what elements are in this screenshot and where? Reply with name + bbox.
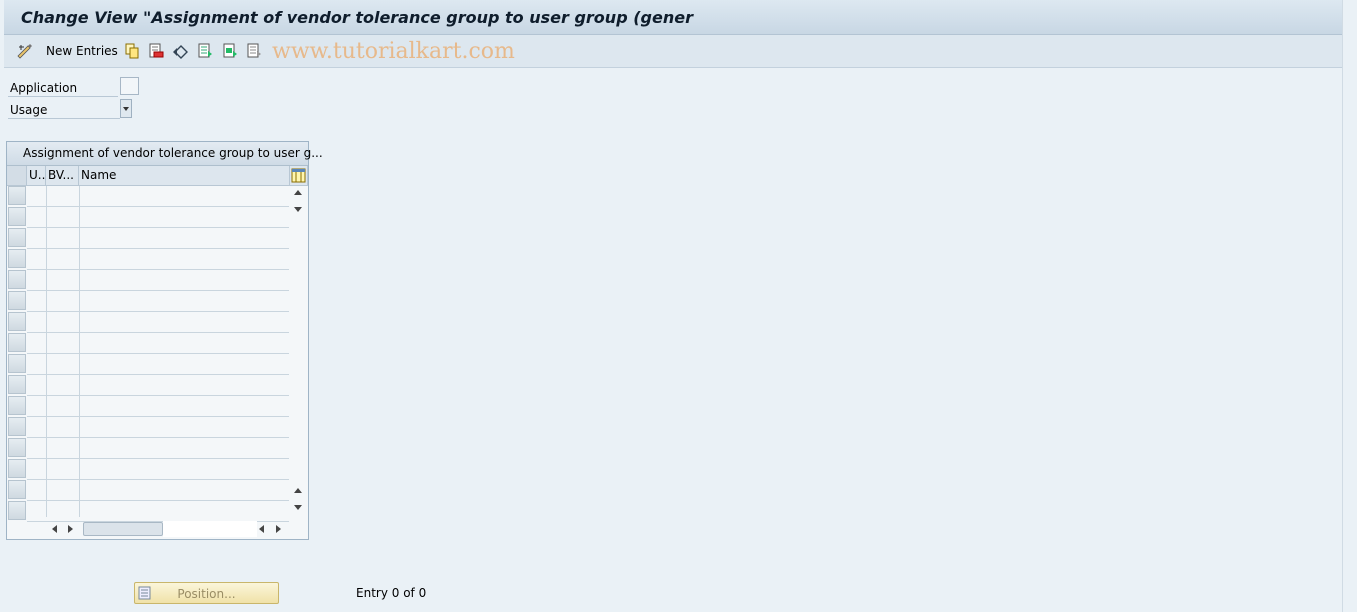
title-bar: Change View "Assignment of vendor tolera…: [4, 0, 1342, 35]
scroll-page-down-icon[interactable]: [294, 505, 302, 510]
table-row: [27, 416, 289, 417]
delete-icon[interactable]: [148, 43, 164, 59]
row-selector[interactable]: [8, 186, 26, 205]
table-row: [27, 437, 289, 438]
table-row: [27, 311, 289, 312]
chevron-down-icon[interactable]: [120, 99, 132, 118]
table-row: [27, 332, 289, 333]
application-underline: [8, 96, 118, 97]
usage-underline: [8, 118, 120, 119]
row-selector[interactable]: [8, 354, 26, 373]
scroll-right-icon[interactable]: [68, 525, 73, 533]
usage-dropdown[interactable]: [8, 99, 132, 118]
scroll-right-icon[interactable]: [276, 525, 281, 533]
table-caption-text: Assignment of vendor tolerance group to …: [23, 146, 323, 160]
row-selector[interactable]: [8, 207, 26, 226]
select-all-icon[interactable]: [197, 43, 213, 59]
entry-counter: Entry 0 of 0: [356, 586, 427, 600]
table-row: [27, 227, 289, 228]
row-selector[interactable]: [8, 228, 26, 247]
row-selector[interactable]: [8, 312, 26, 331]
table-row: [27, 206, 289, 207]
column-divider: [46, 186, 47, 517]
row-selector[interactable]: [8, 249, 26, 268]
display-change-icon[interactable]: [16, 43, 34, 59]
row-selector[interactable]: [8, 438, 26, 457]
select-all-rows-cell[interactable]: [7, 166, 27, 186]
horizontal-scroll-track[interactable]: [163, 521, 257, 537]
row-selector[interactable]: [8, 396, 26, 415]
application-checkbox[interactable]: [120, 77, 139, 95]
column-divider: [79, 186, 80, 517]
table-settings-icon[interactable]: [291, 167, 306, 184]
new-entries-button[interactable]: New Entries: [46, 44, 118, 58]
entries-table: Assignment of vendor tolerance group to …: [6, 141, 323, 540]
row-selector[interactable]: [8, 270, 26, 289]
scroll-left-icon[interactable]: [52, 525, 57, 533]
watermark: www.tutorialkart.com: [272, 39, 515, 64]
position-button-label: Position...: [177, 587, 236, 601]
copy-icon[interactable]: [124, 43, 140, 59]
horizontal-scroll-buttons[interactable]: [255, 521, 285, 537]
scroll-down-icon[interactable]: [294, 207, 302, 212]
vertical-scrollbar[interactable]: [290, 186, 306, 517]
table-row: [27, 458, 289, 459]
application-label: Application: [10, 81, 78, 95]
table-row: [27, 290, 289, 291]
table-caption: Assignment of vendor tolerance group to …: [7, 142, 323, 166]
deselect-all-icon[interactable]: [246, 43, 262, 59]
row-selector[interactable]: [8, 375, 26, 394]
undo-icon[interactable]: [172, 43, 190, 59]
table-row: [27, 479, 289, 480]
row-selector[interactable]: [8, 480, 26, 499]
table-row: [27, 395, 289, 396]
row-selector[interactable]: [8, 501, 26, 520]
scroll-up-icon[interactable]: [294, 190, 302, 195]
table-row: [27, 269, 289, 270]
row-selector[interactable]: [8, 291, 26, 310]
table-row: [27, 374, 289, 375]
table-row: [27, 248, 289, 249]
row-selector[interactable]: [8, 333, 26, 352]
column-header-bv[interactable]: BV...: [46, 166, 79, 186]
page-title: Change View "Assignment of vendor tolera…: [21, 8, 693, 27]
application-toolbar: New Entries www.tutorialkart.com: [4, 35, 1342, 68]
column-scroll-left[interactable]: [47, 521, 77, 537]
window-edge: [1342, 0, 1357, 612]
scroll-left-icon[interactable]: [259, 525, 264, 533]
scroll-page-up-icon[interactable]: [294, 488, 302, 493]
row-selector[interactable]: [8, 417, 26, 436]
column-header-name[interactable]: Name: [79, 166, 290, 186]
table-row: [27, 500, 289, 501]
position-button[interactable]: Position...: [134, 582, 279, 604]
horizontal-scroll-thumb[interactable]: [83, 522, 163, 536]
select-block-icon[interactable]: [222, 43, 238, 59]
row-selector[interactable]: [8, 459, 26, 478]
table-row: [27, 353, 289, 354]
column-header-u[interactable]: U..: [27, 166, 46, 186]
